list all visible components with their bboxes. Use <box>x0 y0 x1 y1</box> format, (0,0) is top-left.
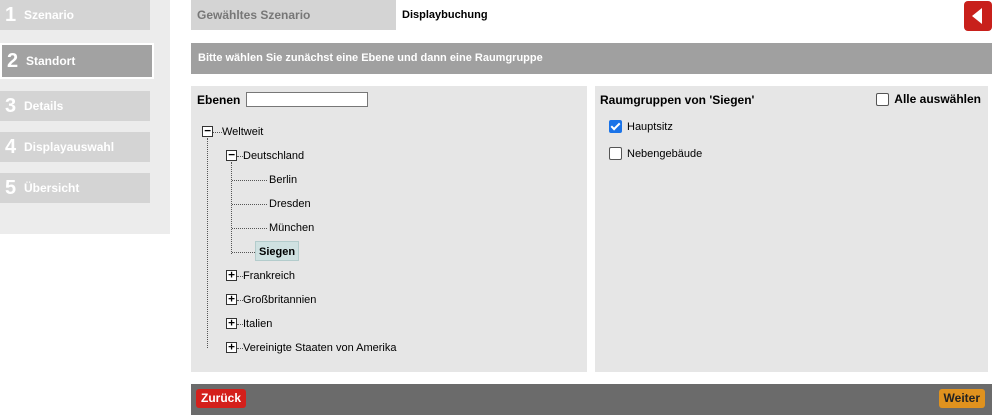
raumgruppe-checkbox[interactable] <box>609 147 622 160</box>
step-number: 4 <box>5 135 17 158</box>
step-label: Szenario <box>24 8 75 22</box>
tree-line <box>207 138 208 348</box>
raumgruppe-label: Nebengebäude <box>627 147 703 160</box>
tree-node-siegen[interactable]: Siegen <box>255 241 300 261</box>
step-number: 3 <box>5 94 17 117</box>
tree-node-usa[interactable]: Vereinigte Staaten von Amerika <box>243 342 396 354</box>
wizard-sidebar: 1 Szenario 2 Standort 3 Details 4 Displa… <box>0 0 170 234</box>
tree-line <box>232 180 267 181</box>
raumgruppe-checkbox[interactable] <box>609 120 622 133</box>
expand-icon[interactable]: + <box>226 341 237 353</box>
wizard-step-displayauswahl[interactable]: 4 Displayauswahl <box>0 132 150 162</box>
step-number: 5 <box>5 176 17 199</box>
tree-node-frankreich[interactable]: Frankreich <box>243 270 295 282</box>
tree-node-dresden[interactable]: Dresden <box>269 198 311 210</box>
wizard-footer: Zurück Weiter <box>191 384 992 415</box>
collapse-icon[interactable]: − <box>202 125 213 137</box>
scenario-value: Displaybuchung <box>396 0 992 30</box>
ebenen-filter-input[interactable] <box>246 92 368 107</box>
step-number: 1 <box>5 3 17 26</box>
select-all-label: Alle auswählen <box>894 92 981 106</box>
wizard-step-details[interactable]: 3 Details <box>0 91 150 121</box>
wizard-step-uebersicht[interactable]: 5 Übersicht <box>0 173 150 203</box>
collapse-icon[interactable]: − <box>226 149 237 161</box>
step-number: 2 <box>7 49 19 72</box>
tree-line <box>232 228 267 229</box>
select-all-checkbox[interactable] <box>876 92 890 106</box>
expand-icon[interactable]: + <box>226 293 237 305</box>
next-button[interactable]: Weiter <box>938 389 985 408</box>
scenario-label: Gewähltes Szenario <box>197 8 311 22</box>
tree-line <box>232 252 255 253</box>
tree-node-deutschland[interactable]: Deutschland <box>243 150 304 162</box>
wizard-step-standort[interactable]: 2 Standort <box>0 43 154 79</box>
raumgruppe-nebengebaeude[interactable]: Nebengebäude <box>609 147 702 160</box>
tree-line <box>232 204 267 205</box>
header-back-button[interactable] <box>964 1 992 31</box>
tree-node-muenchen[interactable]: München <box>269 222 314 234</box>
raumgruppe-hauptsitz[interactable]: Hauptsitz <box>609 120 673 133</box>
raumgruppen-panel: Raumgruppen von 'Siegen' Alle auswählen … <box>595 86 988 372</box>
step-label: Übersicht <box>24 181 80 195</box>
step-label: Standort <box>26 54 76 68</box>
wizard-step-szenario[interactable]: 1 Szenario <box>0 0 150 30</box>
expand-icon[interactable]: + <box>226 317 237 329</box>
back-button[interactable]: Zurück <box>196 389 247 408</box>
instruction-bar: Bitte wählen Sie zunächst eine Ebene und… <box>191 43 992 74</box>
ebenen-panel: Ebenen − Weltweit − Deutschland Berlin D… <box>191 86 587 372</box>
raumgruppen-title: Raumgruppen von 'Siegen' <box>600 93 755 107</box>
raumgruppe-label: Hauptsitz <box>627 120 673 133</box>
chevron-left-icon <box>972 8 982 24</box>
scenario-header: Gewähltes Szenario Displaybuchung <box>191 0 992 31</box>
step-label: Displayauswahl <box>24 140 115 154</box>
step-label: Details <box>24 99 64 113</box>
tree-node-grossbritannien[interactable]: Großbritannien <box>243 294 316 306</box>
tree-line <box>231 162 232 254</box>
select-all-option[interactable]: Alle auswählen <box>876 92 981 106</box>
tree-line <box>213 132 222 133</box>
tree-node-berlin[interactable]: Berlin <box>269 174 297 186</box>
expand-icon[interactable]: + <box>226 269 237 281</box>
tree-node-italien[interactable]: Italien <box>243 318 272 330</box>
tree-node-weltweit[interactable]: Weltweit <box>222 126 263 138</box>
ebenen-title: Ebenen <box>197 93 241 107</box>
